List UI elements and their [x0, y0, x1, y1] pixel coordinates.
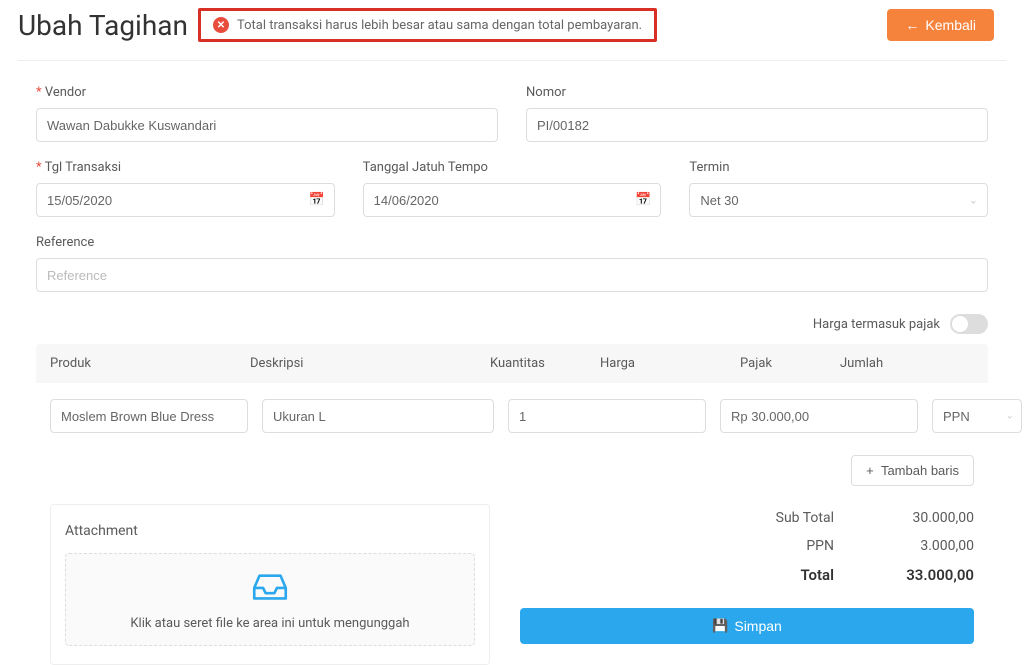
nomor-input[interactable]: [526, 108, 988, 142]
arrow-left-icon: ←: [905, 17, 919, 33]
reference-input[interactable]: [36, 258, 988, 292]
ppn-value: 3.000,00: [874, 538, 974, 554]
back-button[interactable]: ← Kembali: [887, 9, 994, 41]
th-jumlah: Jumlah: [840, 356, 974, 371]
th-produk: Produk: [50, 356, 250, 371]
kuantitas-input[interactable]: [508, 399, 706, 433]
tgl-transaksi-input[interactable]: [36, 183, 335, 217]
subtotal-value: 30.000,00: [874, 510, 974, 526]
calendar-icon[interactable]: 📅: [308, 193, 324, 208]
alert-text: Total transaksi harus lebih besar atau s…: [237, 18, 642, 33]
th-harga: Harga: [600, 356, 740, 371]
plus-icon: +: [866, 463, 874, 478]
page-title: Ubah Tagihan: [18, 9, 188, 42]
chevron-down-icon: ⌄: [1006, 411, 1014, 422]
add-row-label: Tambah baris: [881, 463, 959, 478]
th-deskripsi: Deskripsi: [250, 356, 490, 371]
nomor-label: Nomor: [526, 85, 988, 100]
deskripsi-input[interactable]: [262, 399, 494, 433]
th-pajak: Pajak: [740, 356, 840, 371]
th-kuantitas: Kuantitas: [490, 356, 600, 371]
vendor-input[interactable]: [36, 108, 498, 142]
error-icon: ✕: [213, 17, 229, 33]
total-value: 33.000,00: [874, 566, 974, 584]
tax-toggle-label: Harga termasuk pajak: [813, 317, 940, 332]
tgl-transaksi-label: Tgl Transaksi: [36, 160, 335, 175]
total-label: Total: [520, 566, 874, 584]
alert-error: ✕ Total transaksi harus lebih besar atau…: [198, 8, 657, 42]
attachment-title: Attachment: [65, 523, 475, 539]
ppn-label: PPN: [520, 538, 874, 554]
save-button[interactable]: 💾 Simpan: [520, 608, 974, 644]
dropzone-text: Klik atau seret file ke area ini untuk m…: [76, 616, 464, 631]
calendar-icon[interactable]: 📅: [635, 193, 651, 208]
save-button-label: Simpan: [734, 618, 781, 634]
termin-label: Termin: [689, 160, 988, 175]
chevron-down-icon: ⌄: [969, 194, 978, 207]
attachment-panel: Attachment Klik atau seret file ke area …: [50, 504, 490, 665]
harga-input[interactable]: [720, 399, 918, 433]
inbox-icon: [249, 570, 291, 604]
save-icon: 💾: [712, 618, 728, 634]
totals-panel: Sub Total 30.000,00 PPN 3.000,00 Total 3…: [520, 504, 974, 665]
subtotal-label: Sub Total: [520, 510, 874, 526]
jatuh-tempo-label: Tanggal Jatuh Tempo: [363, 160, 662, 175]
tax-toggle[interactable]: [950, 314, 988, 334]
add-row-button[interactable]: + Tambah baris: [851, 455, 974, 486]
produk-input[interactable]: [50, 399, 248, 433]
back-button-label: Kembali: [925, 17, 976, 33]
table-row: ⌄: [36, 383, 988, 449]
jatuh-tempo-input[interactable]: [363, 183, 662, 217]
table-header: Produk Deskripsi Kuantitas Harga Pajak J…: [36, 344, 988, 383]
reference-label: Reference: [36, 235, 988, 250]
termin-select[interactable]: [689, 183, 988, 217]
vendor-label: Vendor: [36, 85, 498, 100]
attachment-dropzone[interactable]: Klik atau seret file ke area ini untuk m…: [65, 553, 475, 646]
